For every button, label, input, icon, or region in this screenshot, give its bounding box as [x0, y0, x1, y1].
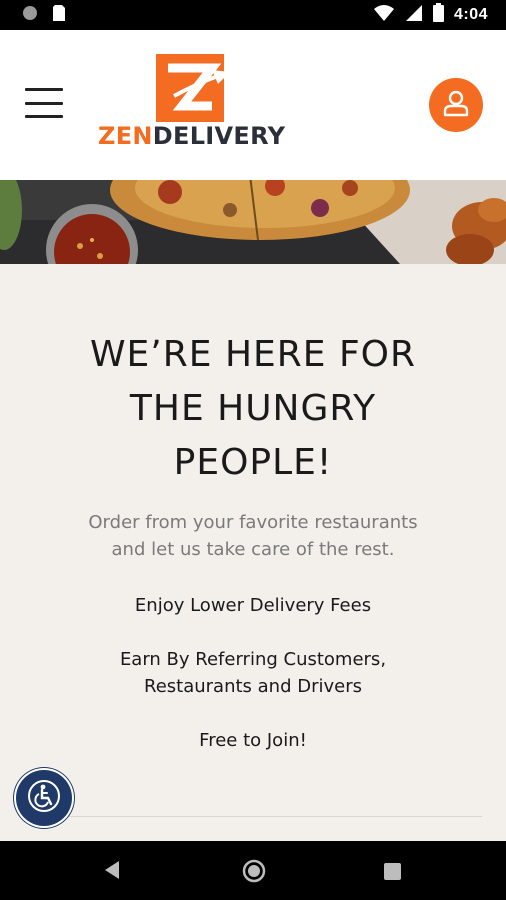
zen-delivery-logo[interactable]: ZENDELIVERY: [98, 52, 296, 160]
headline-line: THE HUNGRY: [129, 388, 377, 429]
battery-icon: [432, 3, 444, 27]
user-icon: [443, 89, 469, 122]
feature-lower-fees: Enjoy Lower Delivery Fees: [134, 595, 372, 616]
site-header: ZENDELIVERY: [0, 30, 506, 180]
intro-line: Order from your favorite restaurants: [88, 512, 418, 533]
home-icon[interactable]: [242, 859, 266, 888]
main-content: WE’RE HERE FOR THE HUNGRY PEOPLE! Order …: [0, 264, 506, 841]
logo-wordmark: ZENDELIVERY: [98, 124, 298, 148]
section-divider: [60, 816, 482, 817]
feature-referrals: Earn By Referring Customers, Restaurants…: [40, 646, 466, 700]
status-time: 4:04: [453, 6, 488, 23]
wifi-icon: [373, 4, 395, 27]
accessibility-button[interactable]: [16, 770, 72, 826]
logo-z-mark-icon: [156, 54, 232, 129]
back-icon[interactable]: [103, 860, 121, 885]
logo-text-zen: ZEN: [98, 122, 153, 150]
system-nav-bar: [0, 841, 506, 900]
status-bar: 4:04: [0, 0, 506, 30]
account-button[interactable]: [429, 78, 483, 132]
intro-text: Order from your favorite restaurants and…: [60, 509, 446, 563]
recent-apps-icon[interactable]: [384, 863, 401, 885]
notification-dot-icon: [22, 5, 38, 26]
headline-line: WE’RE HERE FOR: [89, 334, 417, 375]
headline-line: PEOPLE!: [173, 442, 333, 483]
wheelchair-icon: [27, 779, 61, 818]
logo-text-delivery: DELIVERY: [152, 122, 286, 150]
hero-food-image: [0, 180, 506, 264]
feature-line: Restaurants and Drivers: [144, 676, 362, 697]
cell-signal-icon: [405, 4, 423, 27]
feature-line: Earn By Referring Customers,: [119, 649, 387, 670]
intro-line: and let us take care of the rest.: [111, 539, 395, 560]
menu-icon[interactable]: [25, 88, 63, 118]
sim-card-icon: [52, 4, 66, 27]
feature-free-to-join: Free to Join!: [199, 730, 307, 751]
page-title: WE’RE HERE FOR THE HUNGRY PEOPLE!: [0, 328, 506, 490]
